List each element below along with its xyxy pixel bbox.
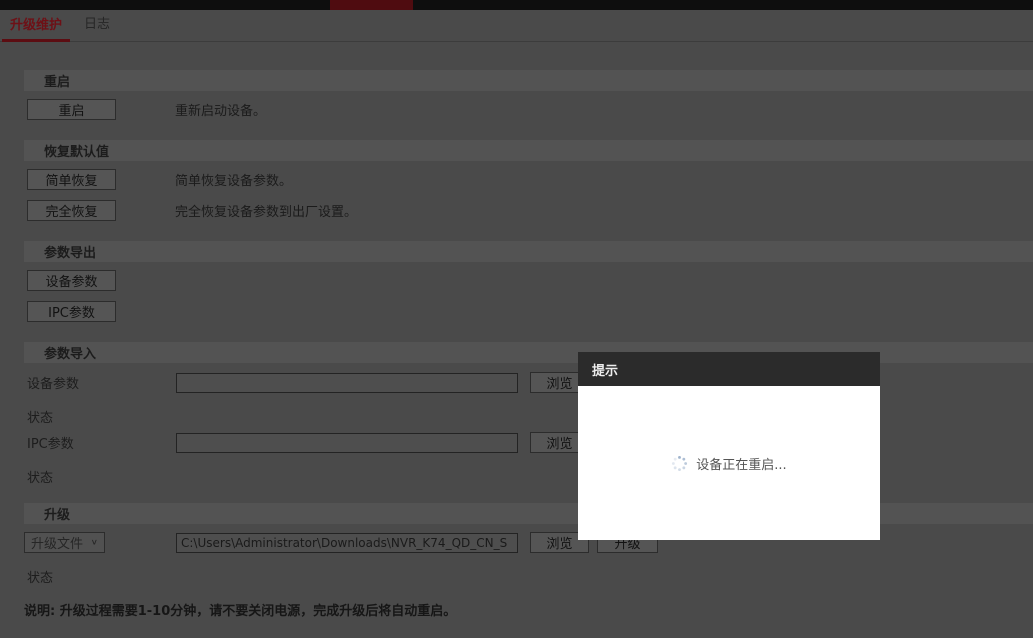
prompt-dialog-body: 设备正在重启... — [578, 386, 880, 540]
simple-restore-description: 简单恢复设备参数。 — [175, 170, 292, 189]
export-ipc-params-button[interactable]: IPC参数 — [27, 301, 116, 322]
full-restore-description: 完全恢复设备参数到出厂设置。 — [175, 201, 357, 220]
section-title: 参数导出 — [44, 242, 96, 261]
tab-log[interactable]: 日志 — [76, 13, 118, 41]
loading-spinner-icon — [671, 455, 688, 472]
top-bar — [0, 0, 1033, 10]
prompt-dialog-header: 提示 — [578, 352, 880, 386]
restart-button[interactable]: 重启 — [27, 99, 116, 120]
upgrade-file-type-value: 升级文件 — [31, 533, 83, 552]
section-header-restart: 重启 — [24, 70, 1033, 91]
import-ipc-params-label: IPC参数 — [27, 433, 176, 452]
tab-strip: 升级维护 日志 — [0, 10, 1033, 42]
section-header-upgrade: 升级 — [24, 503, 1033, 524]
tab-upgrade-maintenance[interactable]: 升级维护 — [2, 14, 70, 42]
section-header-restore-defaults: 恢复默认值 — [24, 140, 1033, 161]
section-title: 重启 — [44, 71, 70, 90]
top-bar-accent — [330, 0, 413, 10]
upgrade-file-path-input[interactable] — [176, 533, 518, 553]
import-ipc-params-input[interactable] — [176, 433, 518, 453]
upgrade-file-type-select[interactable]: 升级文件 ∨ — [24, 532, 105, 553]
simple-restore-button[interactable]: 简单恢复 — [27, 169, 116, 190]
prompt-dialog-title: 提示 — [592, 360, 618, 379]
full-restore-button[interactable]: 完全恢复 — [27, 200, 116, 221]
import-device-params-input[interactable] — [176, 373, 518, 393]
section-header-param-import: 参数导入 — [24, 342, 1033, 363]
section-title: 升级 — [44, 504, 70, 523]
upgrade-note: 说明: 升级过程需要1-10分钟，请不要关闭电源，完成升级后将自动重启。 — [24, 600, 1033, 619]
prompt-dialog-message: 设备正在重启... — [696, 454, 786, 473]
import-device-params-status-label: 状态 — [27, 407, 1033, 423]
section-header-param-export: 参数导出 — [24, 241, 1033, 262]
section-title: 参数导入 — [44, 343, 96, 362]
section-title: 恢复默认值 — [44, 141, 109, 160]
upgrade-status-label: 状态 — [27, 567, 1033, 583]
chevron-down-icon: ∨ — [91, 538, 98, 547]
prompt-dialog: 提示 设备正在重启... — [578, 352, 880, 540]
import-ipc-params-status-label: 状态 — [27, 467, 1033, 483]
import-device-params-label: 设备参数 — [27, 373, 176, 392]
restart-description: 重新启动设备。 — [175, 100, 266, 119]
export-device-params-button[interactable]: 设备参数 — [27, 270, 116, 291]
